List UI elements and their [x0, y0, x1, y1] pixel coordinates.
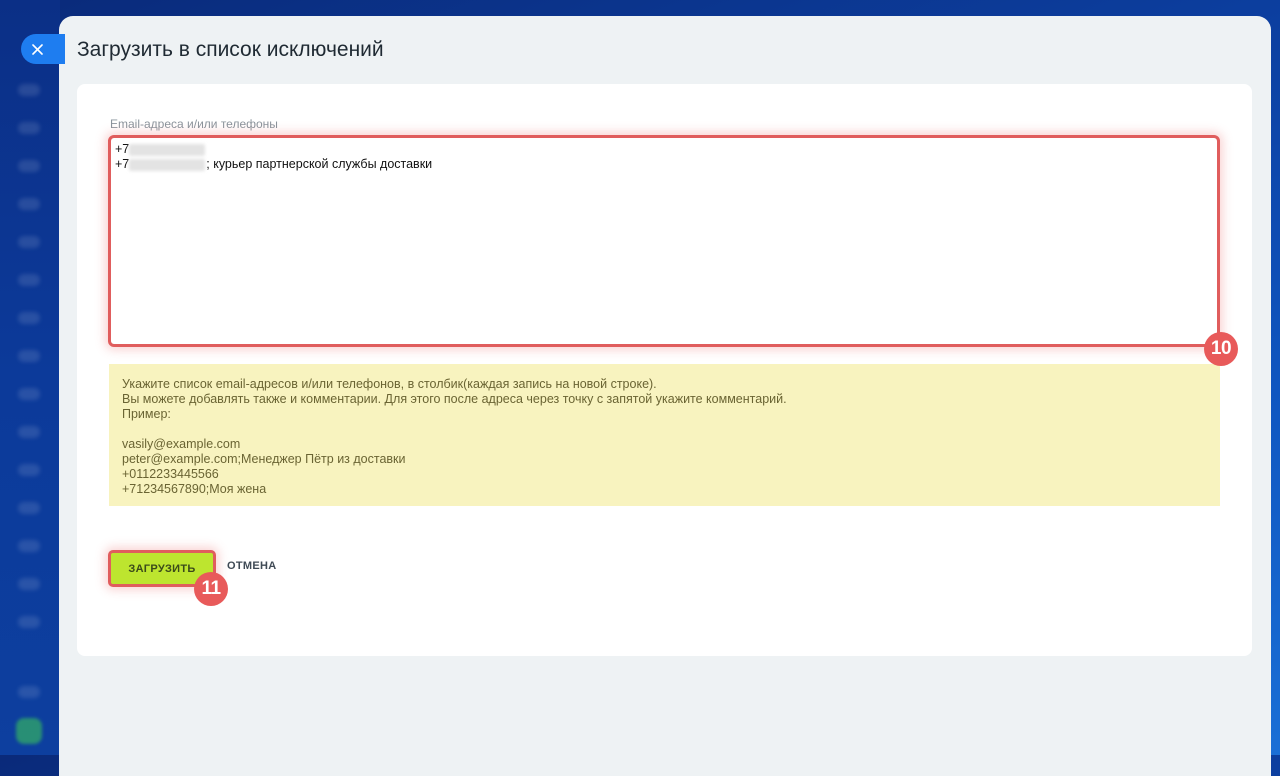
sidebar-blurred-item [18, 236, 40, 248]
step-badge-upload: 11 [194, 572, 228, 606]
hint-box: Укажите список email-адресов и/или телеф… [109, 364, 1220, 506]
sidebar-blurred-app-icon [16, 718, 42, 744]
hint-spacer [122, 422, 1207, 437]
contacts-textarea[interactable]: +7 +7 ; курьер партнерской службы достав… [108, 135, 1220, 347]
dialog-panel: Загрузить в список исключений Email-адре… [59, 16, 1271, 776]
dialog-title: Загрузить в список исключений [77, 38, 384, 61]
sidebar-blurred-item [18, 350, 40, 362]
hint-line: Пример: [122, 407, 171, 421]
close-icon [32, 43, 43, 55]
redacted-phone [129, 158, 206, 171]
sidebar-blurred-item [18, 578, 40, 590]
textarea-line: +7 [115, 142, 1213, 157]
sidebar-blurred-item [18, 160, 40, 172]
redacted-phone [129, 143, 206, 156]
background-sidebar [0, 0, 60, 755]
sidebar-blurred-item [18, 686, 40, 698]
line-comment: ; курьер партнерской службы доставки [206, 157, 433, 171]
sidebar-blurred-item [18, 540, 40, 552]
sidebar-blurred-item [18, 464, 40, 476]
phone-prefix: +7 [115, 142, 130, 156]
sidebar-blurred-item [18, 122, 40, 134]
hint-example: +0112233445566 [122, 467, 219, 481]
sidebar-blurred-item [18, 616, 40, 628]
sidebar-blurred-item [18, 426, 40, 438]
field-label: Email-адреса и/или телефоны [110, 117, 278, 131]
step-badge-textarea: 10 [1204, 332, 1238, 366]
form-card: Email-адреса и/или телефоны +7 +7 ; курь… [77, 84, 1252, 656]
hint-example: peter@example.com;Менеджер Пётр из доста… [122, 452, 406, 466]
hint-example: vasily@example.com [122, 437, 241, 451]
cancel-button[interactable]: ОТМЕНА [227, 560, 276, 572]
textarea-line: +7 ; курьер партнерской службы доставки [115, 157, 1213, 172]
sidebar-blurred-item [18, 84, 40, 96]
sidebar-blurred-item [18, 198, 40, 210]
close-button[interactable] [21, 34, 65, 64]
sidebar-blurred-item [18, 274, 40, 286]
phone-prefix: +7 [115, 157, 130, 171]
sidebar-blurred-item [18, 502, 40, 514]
sidebar-blurred-item [18, 312, 40, 324]
hint-example: +71234567890;Моя жена [122, 482, 267, 496]
hint-line: Вы можете добавлять также и комментарии.… [122, 392, 787, 406]
hint-line: Укажите список email-адресов и/или телеф… [122, 377, 657, 391]
sidebar-blurred-item [18, 388, 40, 400]
